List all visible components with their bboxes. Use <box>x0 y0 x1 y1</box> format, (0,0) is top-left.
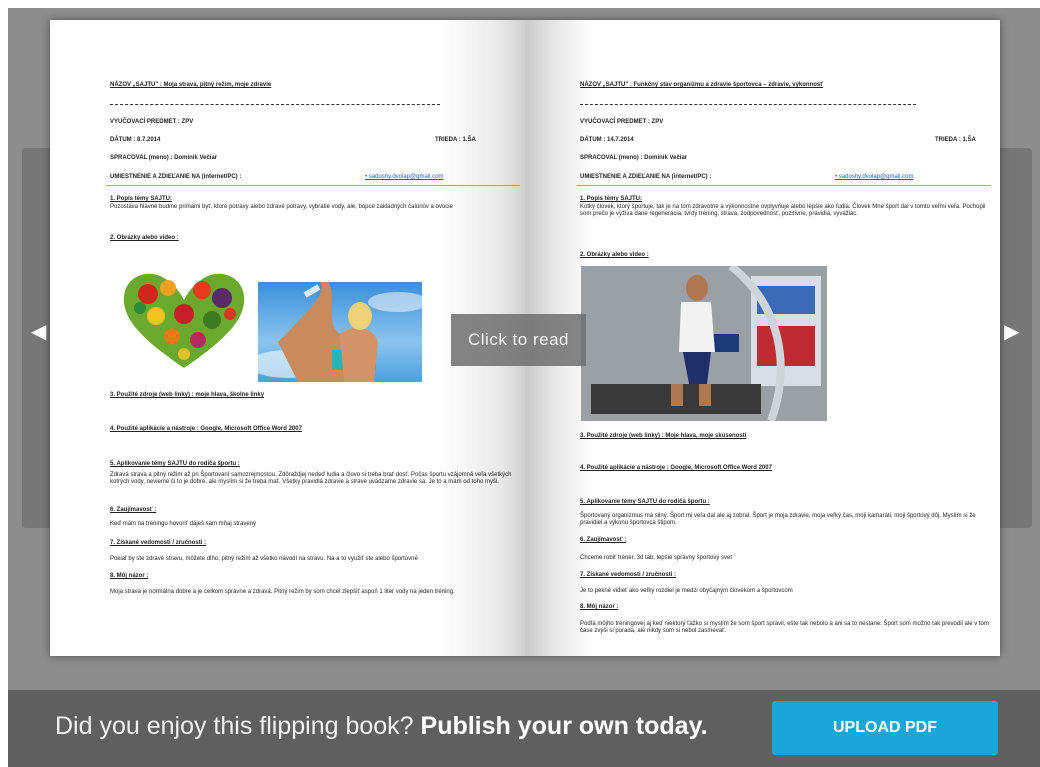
left-section-1-text: Pozostáva hlavné budme primami byť, ktor… <box>110 204 453 210</box>
right-section-7-text: Je to pekné vidieť ako veľký rozdiel je … <box>580 588 793 594</box>
left-section-5-heading: 5. Aplikovanie témy SAJTU do rodiča špor… <box>110 461 240 467</box>
prev-arrow-icon[interactable]: ◀ <box>31 322 46 342</box>
fruit-heart-image <box>123 273 245 368</box>
promo-lead: Did you enjoy this flipping book? <box>55 712 414 740</box>
promo-footer: Did you enjoy this flipping book? Publis… <box>8 690 1040 767</box>
left-section-7-text: Pokiaľ by ste zdravé stravu, môžete dlho… <box>110 556 418 562</box>
right-section-1-text: Kotký človek, ktorý športuje, tak je na … <box>580 204 986 217</box>
right-section-1-heading: 1. Popis témy SAJTU: <box>580 196 643 202</box>
right-section-8-heading: 8. Môj názor : <box>580 604 619 610</box>
left-author: SPRACOVAL (meno) : Dominik Večiar <box>110 155 218 161</box>
left-class: TRIEDA : 1.ŠA <box>435 137 476 143</box>
right-section-5-text: Športovaný organizmus má silný. Šport mi… <box>580 513 976 526</box>
right-title: NÁZOV „SAJTU" : Funkčný stav organizmu a… <box>580 82 824 88</box>
right-rule <box>577 185 991 186</box>
upload-pdf-button[interactable]: UPLOAD PDF <box>772 701 998 755</box>
left-title: NÁZOV „SAJTU" : Moja strava, pitný režim… <box>110 82 272 88</box>
treadmill-test-photo <box>581 262 827 423</box>
right-page[interactable]: NÁZOV „SAJTU" : Funkčný stav organizmu a… <box>525 20 1000 656</box>
left-subject: VYUČOVACÍ PREDMET : ZPV <box>110 119 194 125</box>
right-date: DÁTUM : 14.7.2014 <box>580 137 634 143</box>
right-author: SPRACOVAL (meno) : Dominik Večiar <box>580 155 688 161</box>
promo-cta-text: Publish your own today. <box>420 712 708 740</box>
right-section-6-heading: 6. Zaujímavosť : <box>580 537 627 543</box>
right-section-3-heading: 3. Použité zdroje (web linky) : Moje hla… <box>580 433 747 439</box>
left-section-6-heading: 6. Zaujímavosť : <box>110 507 157 513</box>
right-section-6-text: Chceme robiť tréner, 3d tab, lepšie sprá… <box>580 555 732 561</box>
left-section-3-heading: 3. Použité zdroje (web linky) : moje hla… <box>110 392 265 398</box>
right-section-4-heading: 4. Použité aplikácie a nástroje : Google… <box>580 465 772 471</box>
left-date: DÁTUM : 8.7.2014 <box>110 137 161 143</box>
left-rule <box>106 185 520 186</box>
left-section-4-heading: 4. Použité aplikácie a nástroje : Google… <box>110 426 302 432</box>
left-divider <box>110 104 440 106</box>
left-section-2-heading: 2. Obrázky alebo video : <box>110 235 179 241</box>
left-email-link[interactable]: • sadoshy.dvolap@gmail.com <box>365 174 443 181</box>
right-section-8-text: Podľa môjho tréningovej aj keď niektorý … <box>580 621 989 634</box>
right-email-link[interactable]: • sadoshy.dvolap@gmail.com <box>835 174 913 181</box>
drinking-water-photo <box>248 282 428 382</box>
left-section-8-heading: 8. Môj názor : <box>110 573 149 579</box>
right-section-5-heading: 5. Aplikovanie témy SAJTU do rodiča špor… <box>580 499 710 505</box>
left-section-5-text: Zdravá strava a pitný režim až pri Šport… <box>110 472 512 485</box>
right-upload-label: UMIESTNENIE A ZDIEĽANIE NA (internet/PC)… <box>580 174 712 180</box>
left-section-6-text: Keď mám na tréningu hovoriť dáješ sam mň… <box>110 521 257 527</box>
right-divider <box>580 104 916 106</box>
next-arrow-icon[interactable]: ▶ <box>1004 322 1019 342</box>
left-upload-label: UMIESTNENIE A ZDIEĽANIE NA (internet/PC)… <box>110 174 242 180</box>
left-section-7-heading: 7. Získané vedomosti / zručnosti : <box>110 540 207 546</box>
left-section-8-text: Moja strava je normálna dobre a je celko… <box>110 589 455 595</box>
right-section-2-heading: 2. Obrázky alebo video : <box>580 252 649 258</box>
left-section-1-heading: 1. Popis témy SAJTU: <box>110 196 173 202</box>
promo-message: Did you enjoy this flipping book? Publis… <box>55 712 708 741</box>
click-to-read-overlay[interactable]: Click to read <box>451 314 586 366</box>
right-section-7-heading: 7. Získané vedomosti / zručnosti : <box>580 572 677 578</box>
right-subject: VYUČOVACÍ PREDMET : ZPV <box>580 119 664 125</box>
right-class: TRIEDA : 1.ŠA <box>935 137 976 143</box>
